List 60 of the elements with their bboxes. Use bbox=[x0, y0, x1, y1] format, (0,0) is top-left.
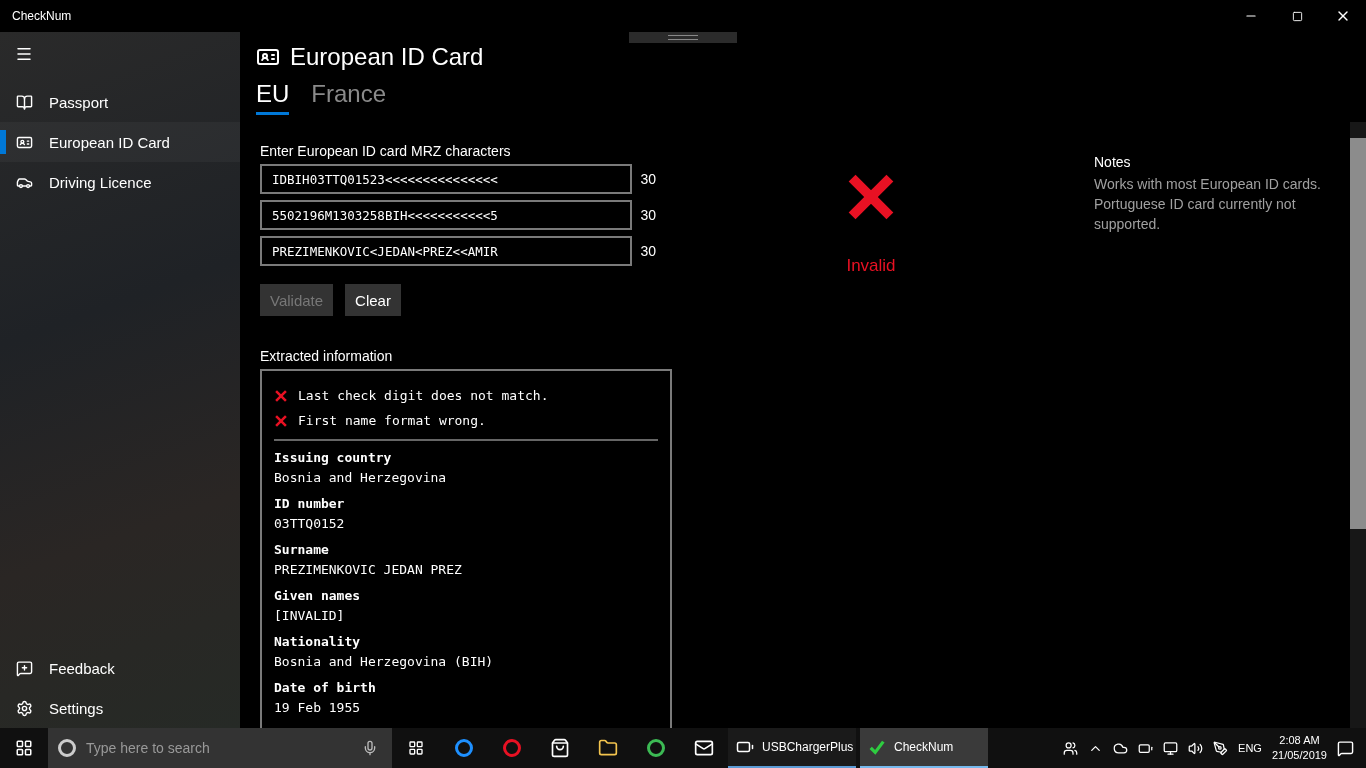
field-label: Nationality bbox=[274, 633, 362, 651]
sidebar-item[interactable]: Passport bbox=[0, 82, 240, 122]
sidebar-item[interactable]: Feedback bbox=[0, 648, 240, 688]
error-icon bbox=[274, 388, 288, 403]
search-circle-icon bbox=[58, 739, 76, 757]
field-value: 19 Feb 1955 bbox=[274, 699, 362, 717]
feedback-icon bbox=[16, 659, 33, 677]
microphone-icon[interactable] bbox=[362, 740, 378, 756]
settings-icon bbox=[16, 699, 33, 717]
people-icon[interactable] bbox=[1063, 740, 1079, 756]
check-icon bbox=[868, 738, 886, 756]
field-label: ID number bbox=[274, 495, 346, 513]
clear-button[interactable]: Clear bbox=[345, 284, 401, 316]
restore-icon bbox=[1291, 10, 1303, 22]
tab[interactable]: EU bbox=[256, 80, 290, 115]
drag-handle[interactable] bbox=[629, 32, 737, 43]
taskbar-app-button[interactable]: CheckNum bbox=[860, 728, 988, 768]
character-count: 30 bbox=[640, 171, 656, 187]
field-value: Bosnia and Herzegovina (BIH) bbox=[274, 653, 495, 671]
field-label: Date of birth bbox=[274, 679, 377, 697]
sidebar-item[interactable]: European ID Card bbox=[0, 122, 240, 162]
network-icon[interactable] bbox=[1163, 740, 1179, 756]
cloud-icon[interactable] bbox=[1113, 740, 1129, 756]
error-message: First name format wrong. bbox=[298, 413, 486, 428]
field-value: PREZIMENKOVIC JEDAN PREZ bbox=[274, 561, 463, 579]
section-title: Extracted information bbox=[260, 348, 394, 364]
notifications-icon[interactable] bbox=[1337, 739, 1354, 757]
pen-icon[interactable] bbox=[1213, 740, 1229, 756]
volume-icon[interactable] bbox=[1188, 740, 1204, 756]
taskbar-app-button[interactable]: USBChargerPlus bbox=[728, 728, 856, 768]
mrz-input-field[interactable]: PREZIMENKOVIC<JEDAN<PREZ<<AMIR bbox=[260, 236, 633, 266]
selection-indicator bbox=[0, 130, 6, 154]
search-field[interactable]: Type here to search bbox=[48, 728, 392, 768]
error-message: Last check digit does not match. bbox=[298, 388, 549, 403]
clock[interactable]: 2:08 AM 21/05/2019 bbox=[1271, 733, 1327, 763]
mrz-input-field[interactable]: IDBIH03TTQ01523<<<<<<<<<<<<<<< bbox=[260, 164, 633, 194]
scrollbar[interactable] bbox=[1350, 122, 1366, 728]
notes-text: Works with most European ID cards. Portuguese ID card currently not supported. bbox=[1094, 175, 1322, 234]
book-icon bbox=[16, 93, 33, 111]
mrz-input-field[interactable]: 5502196M1303258BIH<<<<<<<<<<<5 bbox=[260, 200, 633, 230]
field-label: Surname bbox=[274, 541, 330, 559]
validation-status: Invalid bbox=[846, 256, 896, 276]
character-count: 30 bbox=[640, 243, 656, 259]
field-label: Issuing country bbox=[274, 449, 393, 467]
field-value: [INVALID] bbox=[274, 607, 346, 625]
mrz-label: Enter European ID card MRZ characters bbox=[260, 143, 512, 159]
sidebar-item[interactable]: Settings bbox=[0, 688, 240, 728]
sidebar-item[interactable]: Driving Licence bbox=[0, 162, 240, 202]
tab[interactable]: France bbox=[311, 80, 387, 115]
field-value: 03TTQ0152 bbox=[274, 515, 346, 533]
window-title: CheckNum bbox=[11, 9, 73, 23]
page-title: European ID Card bbox=[290, 43, 484, 71]
notes-title: Notes bbox=[1094, 154, 1132, 170]
windows-logo-icon bbox=[15, 739, 33, 757]
character-count: 30 bbox=[640, 207, 656, 223]
field-label: Given names bbox=[274, 587, 362, 605]
language-indicator[interactable]: ENG bbox=[1238, 742, 1262, 754]
menu-icon bbox=[15, 45, 33, 63]
field-value: Bosnia and Herzegovina bbox=[274, 469, 448, 487]
error-icon bbox=[274, 413, 288, 428]
